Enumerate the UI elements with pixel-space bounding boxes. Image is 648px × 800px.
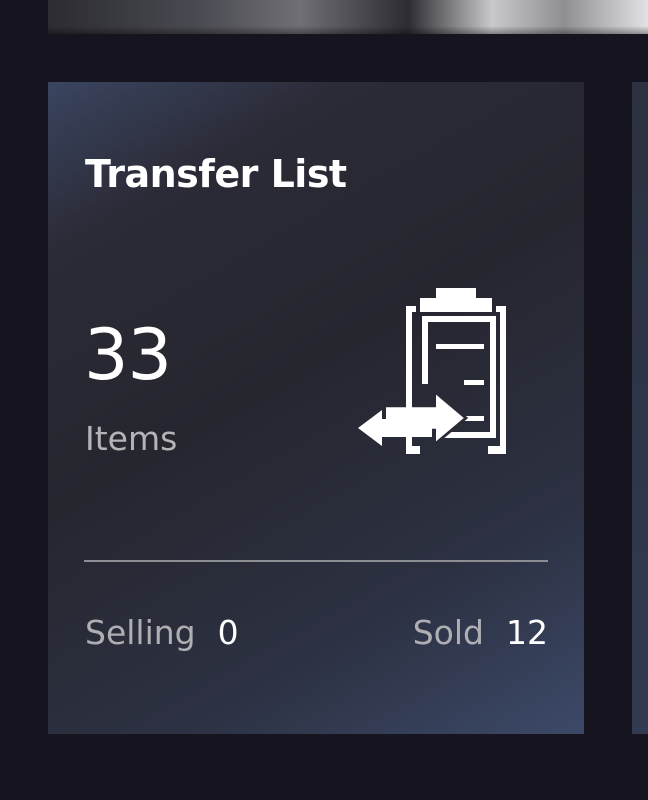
clipboard-clip-base	[420, 298, 492, 312]
sold-value: 12	[506, 613, 548, 652]
transfer-list-tile[interactable]: Transfer List 33 Items Selling 0 Sold 12	[48, 82, 584, 734]
selling-value: 0	[217, 613, 239, 652]
sold-label: Sold	[412, 613, 484, 652]
clipboard-transfer-icon	[358, 288, 506, 454]
item-count: 33	[84, 314, 172, 396]
sold-stat: Sold 12	[413, 616, 548, 649]
selling-stat: Selling 0	[85, 616, 239, 649]
next-tile-edge[interactable]	[632, 82, 648, 734]
clipboard-page	[422, 316, 496, 322]
selling-label: Selling	[85, 613, 196, 652]
divider	[84, 560, 548, 562]
page-line	[436, 344, 484, 349]
page-line	[464, 380, 484, 385]
item-count-label: Items	[85, 419, 178, 458]
tile-title: Transfer List	[85, 152, 347, 196]
header-image	[48, 0, 648, 34]
